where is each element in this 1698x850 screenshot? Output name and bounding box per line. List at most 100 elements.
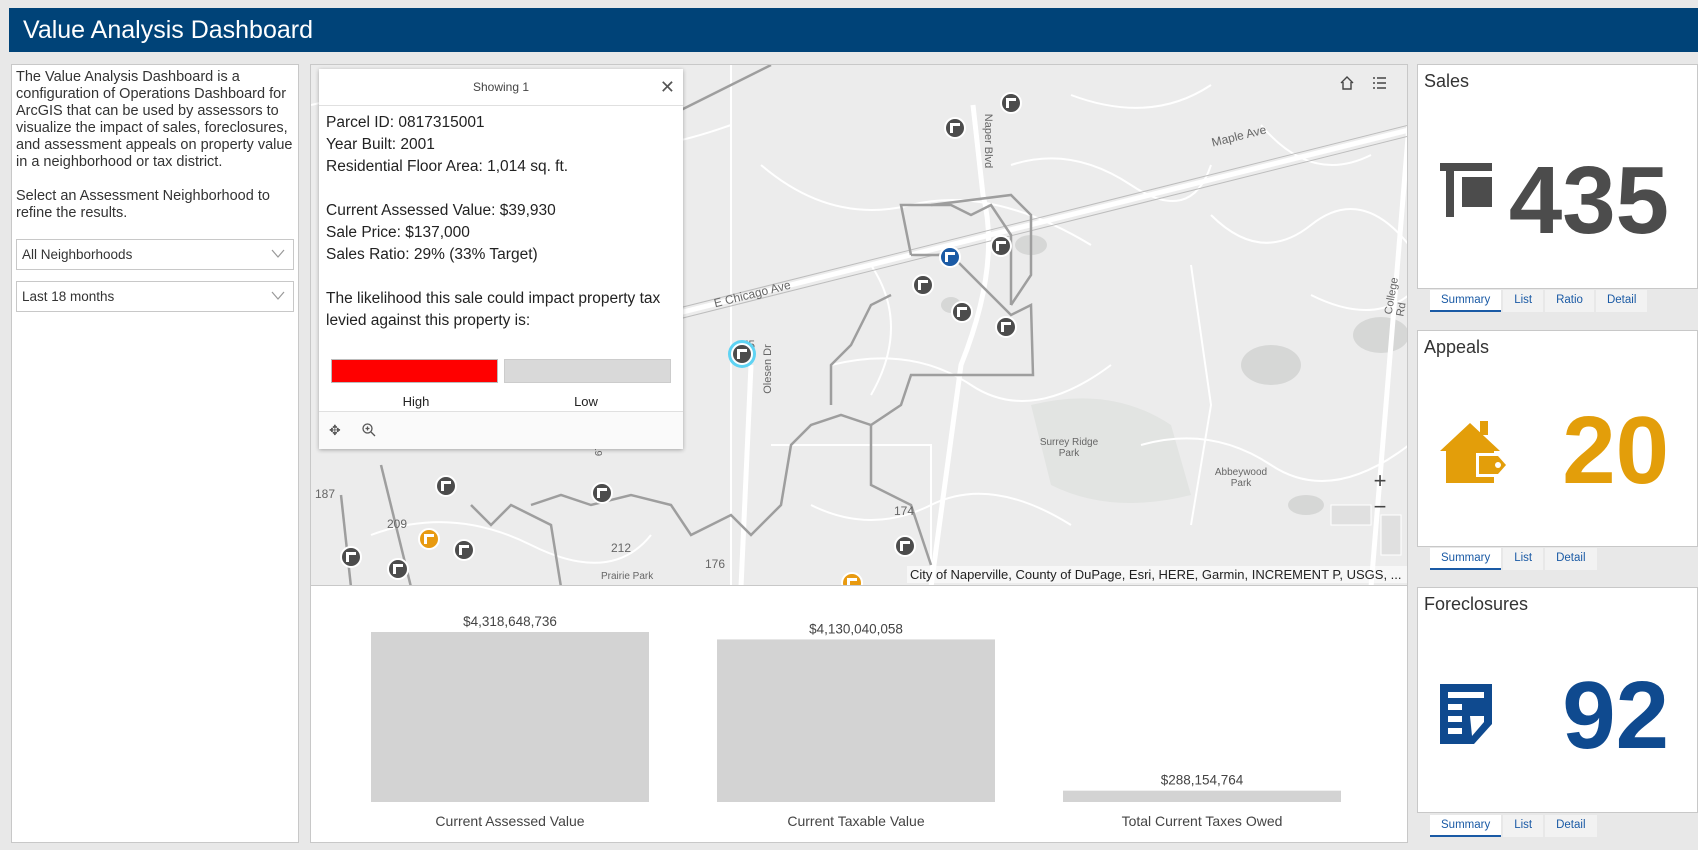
map-label: 187 [315,487,336,501]
house-tag-icon [424,534,434,544]
bar-category-label: Current Assessed Value [435,813,584,829]
parcel-id: Parcel ID: 0817315001 [326,114,485,131]
sale-price: Sale Price: $137,000 [326,224,470,241]
popup-header: Showing 1 ✕ [319,69,683,106]
foreclosures-title: Foreclosures [1424,594,1529,614]
likelihood-bars [331,359,671,383]
tab-foreclosures-summary[interactable]: Summary [1430,815,1502,837]
dashboard-description: The Value Analysis Dashboard is a config… [16,69,293,170]
legend-button[interactable] [1364,69,1394,97]
sale-map-marker[interactable] [990,235,1012,257]
popup-header-title: Showing 1 [472,80,530,94]
sales-count: 435 [1508,147,1669,254]
neighborhood-select[interactable]: All Neighborhoods [16,239,294,270]
sales-title: Sales [1424,71,1470,91]
bar-category-label: Total Current Taxes Owed [1122,813,1283,829]
year-built: Year Built: 2001 [326,136,435,153]
map-label: Olesen Dr [761,344,774,394]
tab-foreclosures-list[interactable]: List [1503,815,1544,837]
appeals-count: 20 [1562,397,1669,504]
foreclosures-indicator[interactable]: Foreclosures 92 [1417,587,1698,813]
map-label: Prairie Park [601,571,654,582]
sale-sign-icon [950,123,960,133]
plus-icon: + [1373,468,1387,493]
floor-area: Residential Floor Area: 1,014 sq. ft. [326,158,569,175]
zoom-in-button[interactable]: + [1365,467,1395,495]
tab-appeals-summary[interactable]: Summary [1430,548,1502,570]
chart-bar[interactable] [371,632,649,802]
sale-map-marker[interactable] [944,117,966,139]
map-label: 212 [611,541,632,555]
sales-indicator[interactable]: Sales 435 [1417,64,1698,289]
list-icon [1373,77,1386,89]
feature-popup: Showing 1 ✕ Parcel ID: 0817315001 Year B… [319,69,683,449]
chart-bar[interactable] [1063,790,1341,802]
sale-map-marker[interactable] [453,539,475,561]
tab-sales-list[interactable]: List [1503,290,1544,312]
tab-sales-detail[interactable]: Detail [1595,290,1648,312]
zoom-to-icon[interactable] [361,422,377,441]
home-icon [1340,76,1354,90]
sale-map-marker[interactable] [1000,92,1022,114]
sale-map-marker[interactable] [951,301,973,323]
description-panel: The Value Analysis Dashboard is a config… [11,64,299,843]
appeals-indicator[interactable]: Appeals 20 [1417,330,1698,547]
appeals-title: Appeals [1424,337,1490,357]
map-label: 176 [705,557,726,571]
pan-icon[interactable]: ✥ [329,422,341,439]
tab-foreclosures-detail[interactable]: Detail [1545,815,1597,837]
foreclosure-map-marker[interactable] [939,246,961,268]
sale-map-marker[interactable] [591,482,613,504]
tab-sales-ratio[interactable]: Ratio [1545,290,1594,312]
sale-sign-icon [1001,322,1011,332]
sales-ratio: Sales Ratio: 29% (33% Target) [326,246,538,263]
map-label: Naper Blvd [982,113,995,169]
sale-sign-icon [597,488,607,498]
foreclosures-count: 92 [1562,662,1669,769]
sale-map-marker[interactable] [435,475,457,497]
sale-map-marker[interactable] [912,274,934,296]
bar-chart-svg: $4,318,648,736 Current Assessed Value $4,1… [371,614,1341,829]
high-bar [331,359,498,383]
bar-value-label: $288,154,764 [1161,773,1244,788]
period-select-value: Last 18 months [22,289,115,304]
minus-icon: − [1373,494,1387,519]
sale-map-marker[interactable] [387,558,409,580]
sale-map-marker[interactable] [894,535,916,557]
sale-sign-icon [957,307,967,317]
page-title: Value Analysis Dashboard [23,16,313,44]
low-label: Low [574,394,598,409]
selected-sale-map-marker[interactable] [731,343,753,365]
chevron-down-icon [271,249,285,258]
likelihood-text: The likelihood this sale could impact pr… [326,290,661,329]
map-label: Surrey Ridge Park [1039,437,1099,459]
sale-map-marker[interactable] [340,546,362,568]
low-bar [504,359,671,383]
foreclosure-doc-icon [1440,684,1492,744]
bar-value-label: $4,130,040,058 [809,621,903,636]
tab-appeals-detail[interactable]: Detail [1545,548,1597,570]
popup-body: Parcel ID: 0817315001 Year Built: 2001 R… [319,106,683,419]
neighborhood-select-value: All Neighborhoods [22,247,133,262]
sale-sign-icon [918,280,928,290]
appeal-map-marker[interactable] [418,528,440,550]
bar-value-label: $4,318,648,736 [463,614,557,629]
foreclosure-doc-icon [945,252,955,262]
sale-map-marker[interactable] [995,316,1017,338]
foreclosures-tabs: Summary List Detail [1430,815,1597,837]
home-button[interactable] [1332,69,1362,97]
chart-bar[interactable] [717,639,995,802]
period-select[interactable]: Last 18 months [16,281,294,312]
close-icon[interactable]: ✕ [660,69,675,106]
instruction-text: Select an Assessment Neighborhood to ref… [16,188,270,221]
value-bar-chart: $4,318,648,736 Current Assessed Value $4,1… [310,586,1408,843]
zoom-out-button[interactable]: − [1365,493,1395,521]
tab-sales-summary[interactable]: Summary [1430,290,1502,312]
appeals-tabs: Summary List Detail [1430,548,1597,570]
sale-sign-icon [346,552,356,562]
tab-appeals-list[interactable]: List [1503,548,1544,570]
bar-category-label: Current Taxable Value [787,813,924,829]
chevron-down-icon [271,291,285,300]
sale-sign-icon [459,545,469,555]
map-view[interactable]: Maple Ave E Chicago Ave Naper Blvd Colle… [310,64,1408,586]
